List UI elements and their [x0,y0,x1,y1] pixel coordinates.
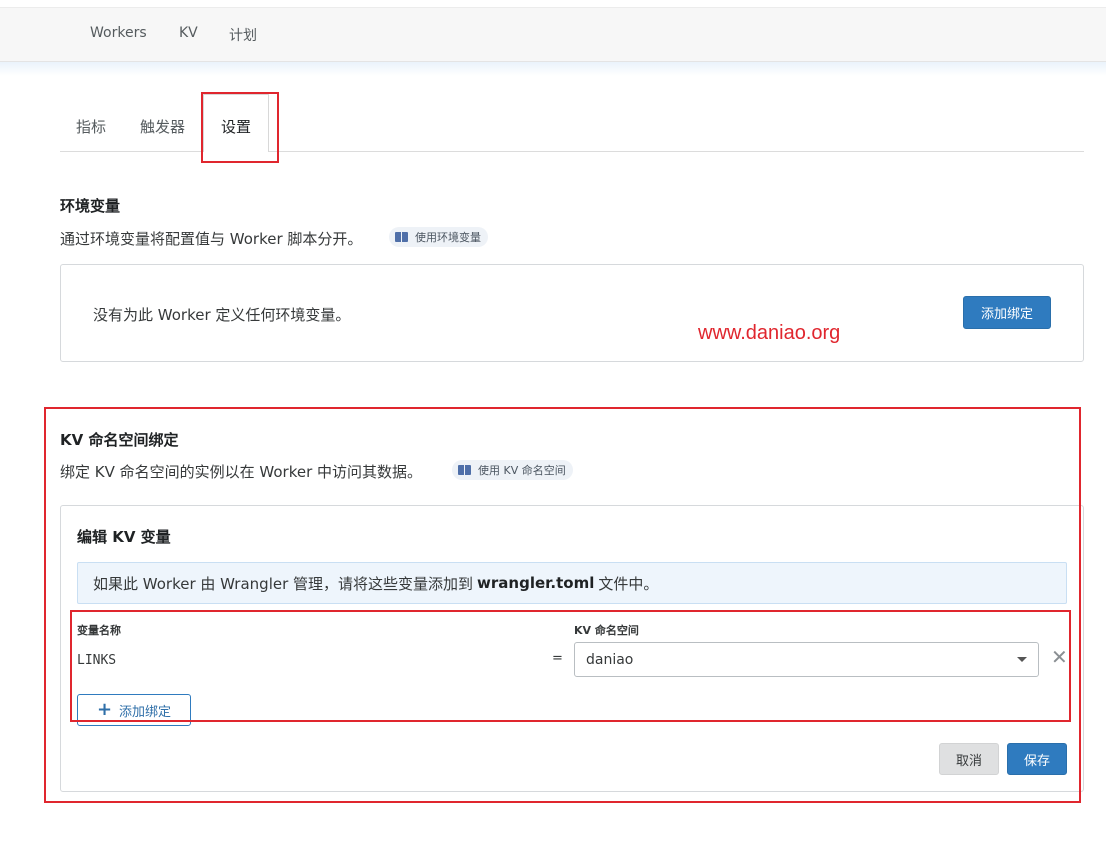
kv-section-description: 绑定 KV 命名空间的实例以在 Worker 中访问其数据。 [60,463,423,481]
plus-icon: + [96,699,113,720]
tab-metrics[interactable]: 指标 [76,116,106,137]
nav-item-workers[interactable]: Workers [90,25,147,41]
close-icon[interactable]: ✕ [1051,647,1068,667]
env-empty-text: 没有为此 Worker 定义任何环境变量。 [93,306,351,324]
kv-add-binding-button[interactable]: + 添加绑定 [77,694,191,726]
kv-add-binding-label: 添加绑定 [119,704,172,720]
watermark: www.daniao.org [698,322,841,344]
info-filename: wrangler.toml [477,574,595,592]
env-vars-card: 没有为此 Worker 定义任何环境变量。 [60,264,1084,362]
kv-doc-link-label: 使用 KV 命名空间 [478,464,566,477]
env-add-binding-button[interactable]: 添加绑定 [963,296,1051,329]
caret-down-icon [1017,657,1027,662]
wrangler-info-box: 如果此 Worker 由 Wrangler 管理，请将这些变量添加到 wrang… [77,562,1067,604]
book-icon [458,465,472,475]
kv-doc-link[interactable]: 使用 KV 命名空间 [452,460,573,480]
nav-item-kv[interactable]: KV [179,25,198,41]
kv-namespace-select[interactable]: daniao [574,642,1039,677]
kv-namespace-selected: daniao [586,651,634,668]
env-doc-link[interactable]: 使用环境变量 [389,227,488,247]
info-suffix: 文件中。 [598,574,659,593]
equals-sign: = [552,651,563,666]
variable-name-value[interactable]: LINKS [77,653,116,668]
kv-edit-title: 编辑 KV 变量 [77,528,171,546]
book-icon [395,232,409,242]
info-prefix: 如果此 Worker 由 Wrangler 管理，请将这些变量添加到 [93,574,474,593]
nav-item-plan[interactable]: 计划 [229,25,257,45]
tab-triggers[interactable]: 触发器 [140,116,185,137]
env-section-title: 环境变量 [60,197,121,215]
kv-namespace-label: KV 命名空间 [574,624,639,637]
nav-shadow [0,62,1106,76]
env-doc-link-label: 使用环境变量 [415,231,481,244]
save-button[interactable]: 保存 [1007,743,1067,775]
kv-section-title: KV 命名空间绑定 [60,431,179,449]
tab-settings[interactable]: 设置 [221,116,251,137]
env-section-description: 通过环境变量将配置值与 Worker 脚本分开。 [60,230,363,248]
cancel-button[interactable]: 取消 [939,743,999,775]
top-nav: Workers KV 计划 [0,7,1106,62]
variable-name-label: 变量名称 [77,624,121,637]
